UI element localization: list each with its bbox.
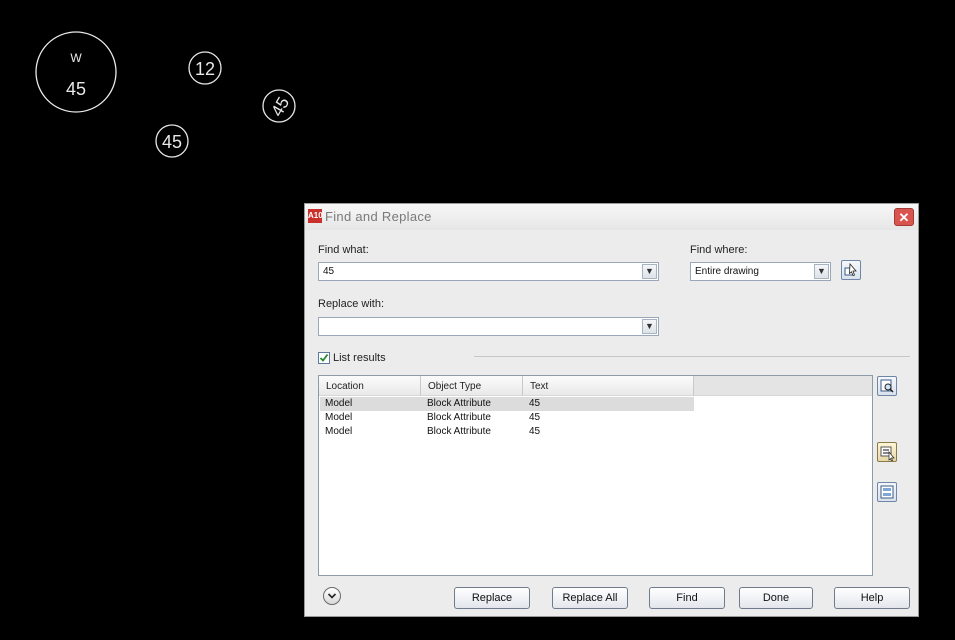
checkmark-icon [319, 353, 329, 362]
help-button[interactable]: Help [834, 587, 910, 609]
cell-text: 45 [529, 412, 541, 423]
cell-text: 45 [529, 398, 541, 409]
cell-text: 45 [529, 426, 541, 437]
block-w-45[interactable]: W 45 [35, 31, 117, 113]
column-header-filler [694, 376, 872, 396]
select-objects-button[interactable] [841, 260, 861, 280]
list-header: Location Object Type Text [319, 376, 872, 396]
attribute-12: 12 [195, 59, 215, 79]
find-what-label: Find what: [318, 244, 369, 256]
chevron-down-icon [327, 593, 337, 599]
cell-object-type: Block Attribute [427, 412, 491, 423]
block-45[interactable]: 45 [155, 124, 189, 158]
replace-with-label: Replace with: [318, 298, 385, 310]
cell-location: Model [325, 412, 353, 423]
column-header-object-type[interactable]: Object Type [421, 376, 523, 396]
block-45-rotated[interactable]: 45 [262, 89, 296, 123]
autocad-app-icon: A10 [308, 209, 323, 223]
attribute-45: 45 [66, 79, 86, 99]
replace-all-button[interactable]: Replace All [552, 587, 628, 609]
cell-object-type: Block Attribute [427, 426, 491, 437]
table-row[interactable]: Model Block Attribute 45 [320, 397, 694, 411]
create-selection-set-highlighted-button[interactable] [877, 482, 897, 502]
replace-button[interactable]: Replace [454, 587, 530, 609]
dialog-title: Find and Replace [325, 209, 432, 224]
find-where-select[interactable]: Entire drawing ▼ [690, 262, 831, 281]
more-options-button[interactable] [323, 587, 341, 605]
replace-with-combobox[interactable]: ▼ [318, 317, 659, 336]
cell-location: Model [325, 426, 353, 437]
create-selection-set-all-button[interactable] [877, 442, 897, 462]
find-where-value: Entire drawing [695, 266, 759, 277]
list-results-checkbox[interactable] [318, 352, 330, 364]
find-button[interactable]: Find [649, 587, 725, 609]
chevron-down-icon[interactable]: ▼ [814, 264, 829, 279]
attribute-45-rotated: 45 [267, 94, 293, 120]
attribute-w: W [70, 51, 82, 65]
close-button[interactable]: ✕ [894, 208, 914, 226]
zoom-icon [880, 379, 894, 393]
done-button[interactable]: Done [739, 587, 813, 609]
column-header-text[interactable]: Text [523, 376, 694, 396]
attribute-45-b: 45 [162, 132, 182, 152]
column-header-location[interactable]: Location [319, 376, 421, 396]
find-what-value: 45 [323, 266, 335, 277]
select-objects-icon [844, 263, 857, 276]
cell-location: Model [325, 398, 353, 409]
cell-object-type: Block Attribute [427, 398, 491, 409]
chevron-down-icon[interactable]: ▼ [642, 264, 657, 279]
block-12[interactable]: 12 [188, 51, 222, 85]
selection-set-highlighted-icon [880, 485, 894, 499]
table-row[interactable]: Model Block Attribute 45 [320, 425, 694, 439]
zoom-to-highlighted-button[interactable] [877, 376, 897, 396]
table-row[interactable]: Model Block Attribute 45 [320, 411, 694, 425]
selection-set-all-icon [880, 446, 895, 461]
separator-line [474, 356, 910, 357]
find-what-combobox[interactable]: 45 ▼ [318, 262, 659, 281]
find-where-label: Find where: [690, 244, 748, 256]
chevron-down-icon[interactable]: ▼ [642, 319, 657, 334]
results-list[interactable]: Location Object Type Text Model Block At… [318, 375, 873, 576]
list-results-label: List results [333, 352, 386, 364]
title-bar[interactable]: A10 Find and Replace ✕ [305, 204, 918, 230]
